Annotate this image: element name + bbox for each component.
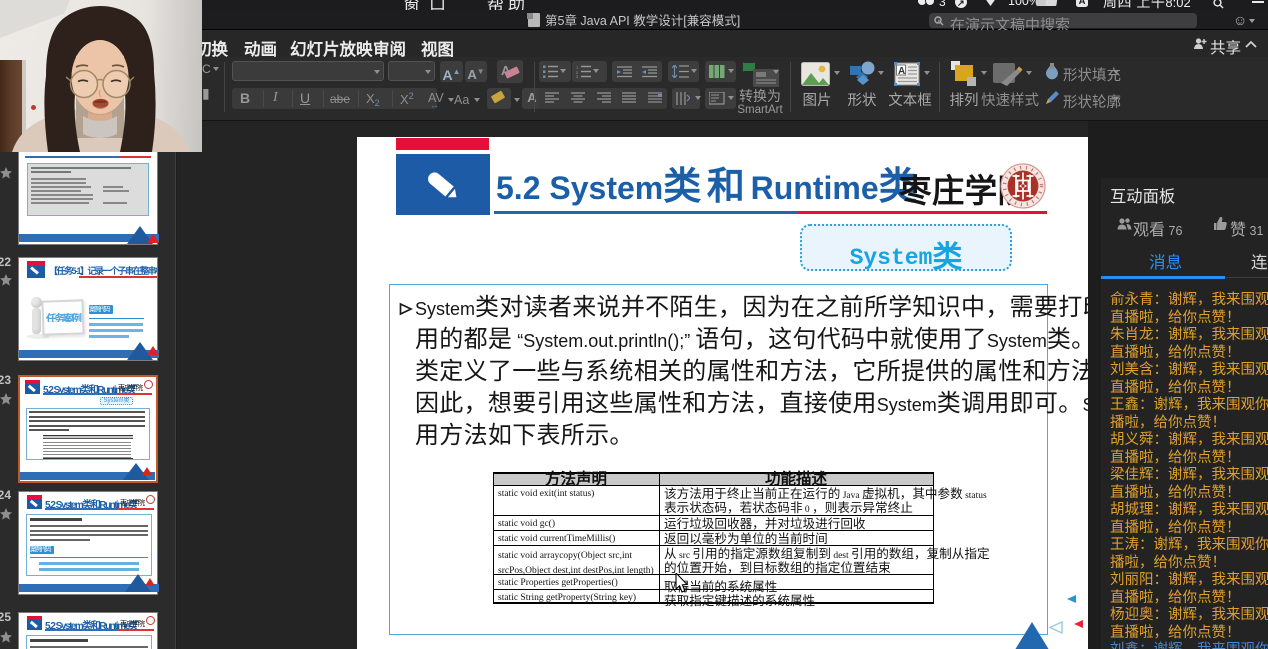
svg-text:3: 3 — [576, 74, 579, 78]
svg-text:A: A — [898, 66, 905, 77]
